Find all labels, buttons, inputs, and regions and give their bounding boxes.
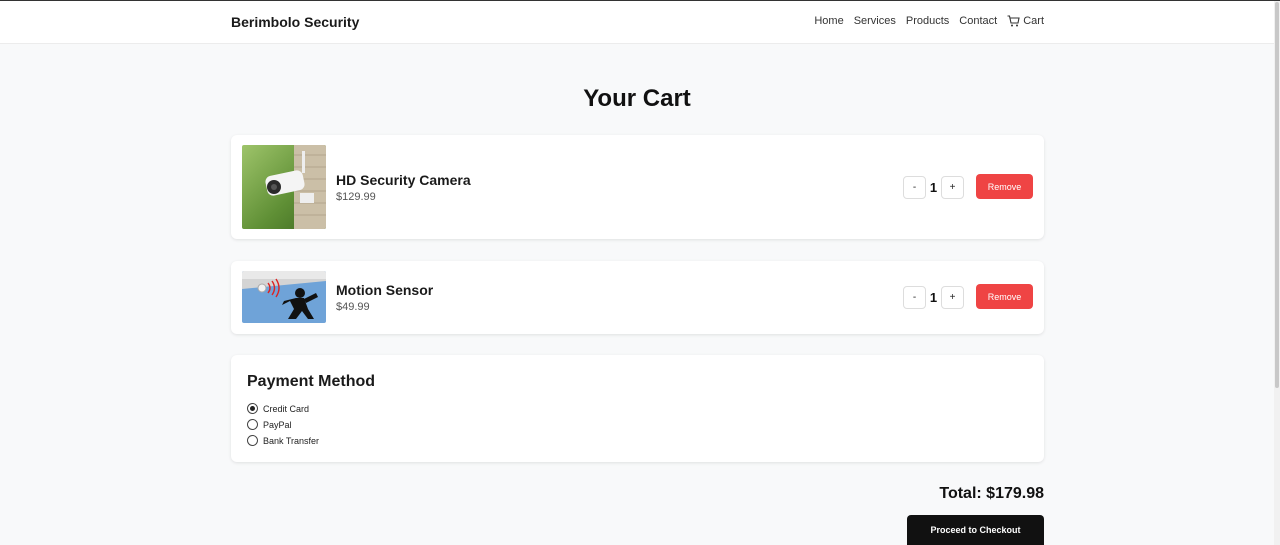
page-title: Your Cart <box>583 85 691 112</box>
payment-option-label: Bank Transfer <box>263 435 320 446</box>
cart-icon <box>1007 15 1020 27</box>
cart-total: Total: $179.98 <box>939 485 1044 502</box>
nav-contact-link[interactable]: Contact <box>959 15 997 27</box>
radio-button[interactable] <box>247 419 258 430</box>
security-camera-image <box>242 145 326 229</box>
proceed-to-checkout-button[interactable]: Proceed to Checkout <box>907 515 1044 545</box>
item-price: $49.99 <box>336 301 370 313</box>
nav-home-link[interactable]: Home <box>814 15 843 27</box>
radio-button-selected[interactable] <box>247 403 258 414</box>
radio-button[interactable] <box>247 435 258 446</box>
remove-item-button[interactable]: Remove <box>976 174 1033 199</box>
nav-products-link[interactable]: Products <box>906 15 949 27</box>
remove-item-button[interactable]: Remove <box>976 284 1033 309</box>
payment-option-paypal[interactable]: PayPal <box>247 419 292 430</box>
payment-option-credit-card[interactable]: Credit Card <box>247 403 309 414</box>
brand-logo-text[interactable]: Berimbolo Security <box>231 14 359 30</box>
quantity-value: 1 <box>929 180 938 195</box>
increase-quantity-button[interactable]: + <box>941 176 964 199</box>
quantity-value: 1 <box>929 290 938 305</box>
scrollbar-thumb[interactable] <box>1275 2 1279 388</box>
item-name: Motion Sensor <box>336 282 434 298</box>
decrease-quantity-button[interactable]: - <box>903 286 926 309</box>
motion-sensor-image <box>242 271 326 323</box>
payment-option-label: Credit Card <box>263 403 310 414</box>
payment-method-card: Payment Method Credit Card PayPal Bank T… <box>231 355 1044 462</box>
payment-method-title: Payment Method <box>247 373 376 390</box>
decrease-quantity-button[interactable]: - <box>903 176 926 199</box>
nav-links: Home Services Products Contact Cart <box>814 15 1044 27</box>
cart-item: Motion Sensor $49.99 - 1 + Remove <box>231 261 1044 334</box>
payment-option-bank-transfer[interactable]: Bank Transfer <box>247 435 319 446</box>
quantity-stepper: - 1 + <box>903 286 964 309</box>
nav-cart-link[interactable]: Cart <box>1007 15 1044 27</box>
nav-cart-label: Cart <box>1023 15 1044 27</box>
payment-option-label: PayPal <box>263 419 292 430</box>
nav-services-link[interactable]: Services <box>854 15 896 27</box>
quantity-stepper: - 1 + <box>903 176 964 199</box>
increase-quantity-button[interactable]: + <box>941 286 964 309</box>
item-price: $129.99 <box>336 191 376 203</box>
navbar: Berimbolo Security Home Services Product… <box>0 1 1274 44</box>
item-name: HD Security Camera <box>336 172 471 188</box>
cart-item: HD Security Camera $129.99 - 1 + Remove <box>231 135 1044 239</box>
